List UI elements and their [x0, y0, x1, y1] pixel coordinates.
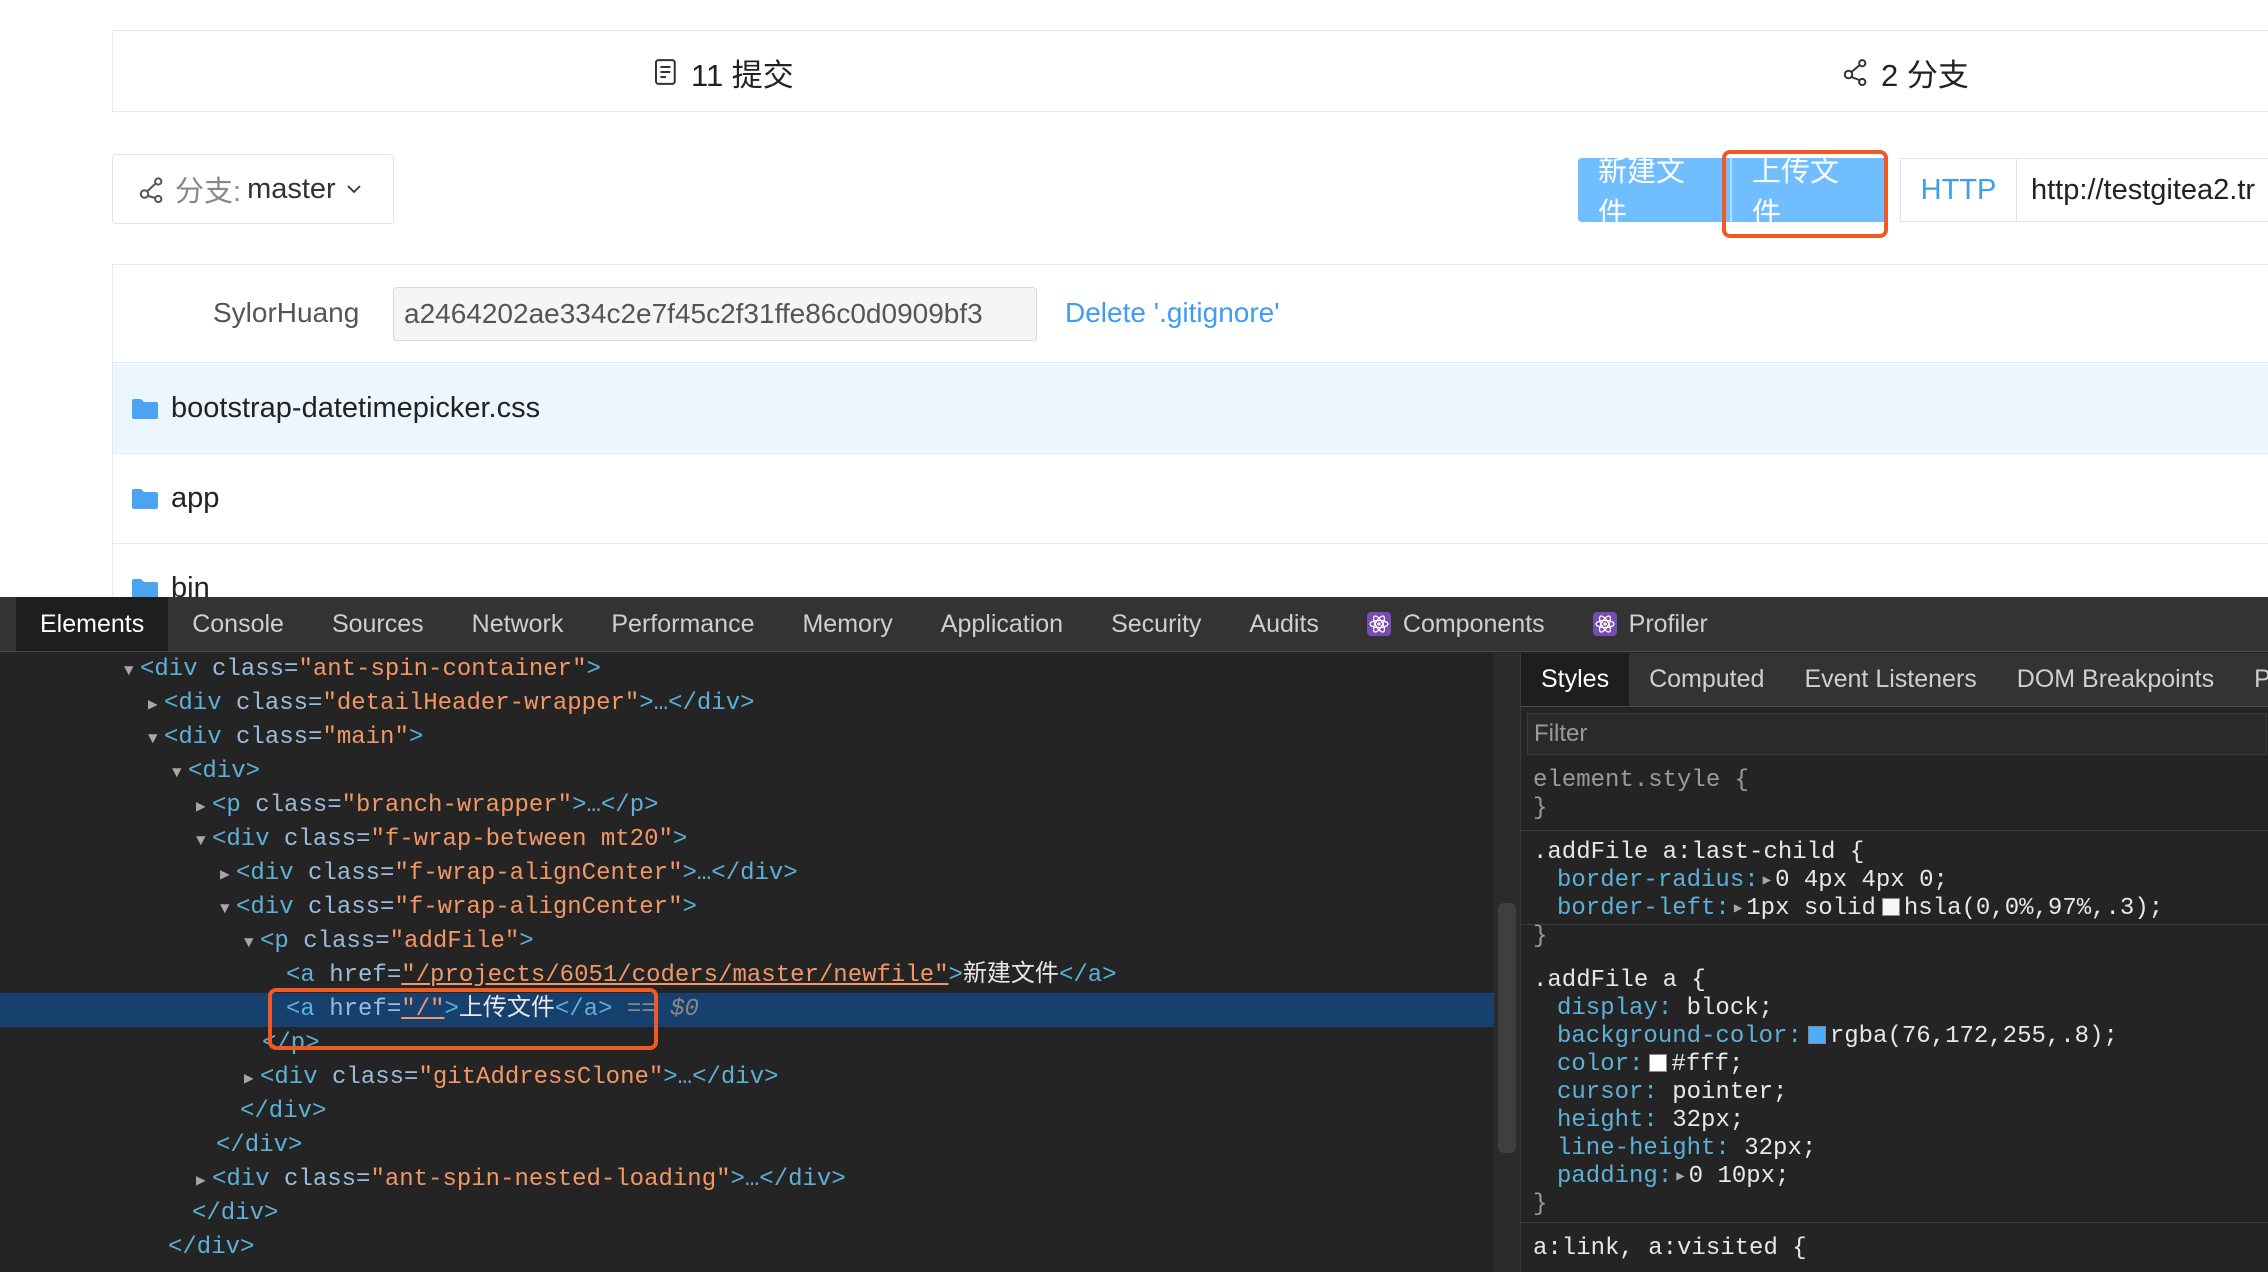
color-swatch[interactable] — [1649, 1054, 1668, 1072]
commit-list-icon — [655, 59, 676, 85]
tab-computed[interactable]: Computed — [1629, 653, 1784, 706]
devtools-panel: Elements Console Sources Network Perform… — [0, 597, 2268, 1272]
color-swatch[interactable] — [1807, 1026, 1826, 1044]
branch-prefix-label: 分支: — [175, 176, 242, 208]
styles-filter-input[interactable]: Filter — [1527, 713, 2267, 755]
style-rule-element: element.style { } — [1521, 761, 2268, 831]
branch-name: master — [247, 172, 336, 205]
file-actions: 新建文件 上传文件 HTTP http://testgitea2.tr — [1578, 156, 2268, 230]
tab-elements[interactable]: Elements — [16, 597, 169, 651]
elements-dom-tree: ▼ <div class="ant-spin-container"> ▶ <div … — [0, 653, 1494, 1272]
dom-scrollbar[interactable] — [1494, 653, 1520, 1272]
dom-node[interactable]: ▼ <div class="ant-spin-container"> — [0, 653, 1494, 687]
dom-node[interactable]: </div> — [0, 1231, 1494, 1265]
tab-sources[interactable]: Sources — [308, 597, 448, 651]
branch-selector[interactable]: 分支: master — [112, 154, 394, 224]
dom-node[interactable]: </div> — [0, 1095, 1494, 1129]
repository-page: 11 提交 2 分支 分支: master 新建文件 上传文件 HTTP htt… — [0, 0, 2268, 598]
commit-author: SylorHuang — [213, 297, 360, 328]
dom-node[interactable]: ▼ <div> — [0, 755, 1494, 789]
tab-application[interactable]: Application — [917, 597, 1087, 651]
styles-pane: Styles Computed Event Listeners DOM Brea… — [1520, 653, 2268, 1272]
tab-memory[interactable]: Memory — [778, 597, 916, 651]
dom-node[interactable]: <a href="/projects/6051/coders/master/ne… — [0, 959, 1494, 993]
devtools-tab-bar: Elements Console Sources Network Perform… — [0, 597, 2268, 652]
react-icon — [1366, 612, 1391, 636]
http-protocol-button[interactable]: HTTP — [1900, 158, 2016, 222]
commit-message-link[interactable]: Delete '.gitignore' — [1065, 297, 1280, 329]
tab-properties[interactable]: Pro — [2234, 653, 2268, 706]
commits-count-label: 11 提交 — [691, 57, 794, 93]
dom-node[interactable]: </p> — [0, 1027, 1494, 1061]
chevron-down-icon — [347, 185, 361, 194]
repo-stats-bar: 11 提交 2 分支 — [112, 30, 2268, 112]
dom-node[interactable]: ▼ <div class="f-wrap-between mt20"> — [0, 823, 1494, 857]
tab-audits[interactable]: Audits — [1225, 597, 1342, 651]
dom-node[interactable]: ▶ <div class="detailHeader-wrapper">…</di… — [0, 687, 1494, 721]
commits-stat[interactable]: 11 提交 — [651, 31, 794, 113]
dom-node[interactable]: </div> — [0, 1197, 1494, 1231]
tab-console[interactable]: Console — [168, 597, 308, 651]
tab-dom-breakpoints[interactable]: DOM Breakpoints — [1997, 653, 2234, 706]
upload-button-highlight-box — [1722, 150, 1888, 238]
branch-icon — [139, 177, 163, 204]
tab-components-label: Components — [1402, 609, 1545, 638]
commit-sha-field[interactable]: a2464202ae334c2e7f45c2f31ffe86c0d0909bf3 — [393, 287, 1037, 341]
dom-node-selected[interactable]: <a href="/">上传文件</a> == $0 — [0, 993, 1494, 1027]
dom-node[interactable]: ▶ <div class="ant-spin-nested-loading">…<… — [0, 1163, 1494, 1197]
branches-count-label: 2 分支 — [1881, 57, 1969, 93]
dom-node[interactable]: ▼ <div class="f-wrap-alignCenter"> — [0, 891, 1494, 925]
style-rule-link: a:link, a:visited { — [1533, 1235, 1807, 1262]
latest-commit-row: SylorHuang a2464202ae334c2e7f45c2f31ffe8… — [113, 265, 2268, 363]
tab-components[interactable]: Components — [1343, 597, 1569, 651]
file-name: app — [171, 482, 220, 514]
tab-event-listeners[interactable]: Event Listeners — [1784, 653, 1996, 706]
react-icon — [1592, 612, 1617, 636]
color-swatch[interactable] — [1881, 898, 1900, 916]
new-file-button[interactable]: 新建文件 — [1578, 156, 1730, 230]
styles-tab-bar: Styles Computed Event Listeners DOM Brea… — [1521, 653, 2268, 707]
tab-styles[interactable]: Styles — [1521, 653, 1630, 706]
file-row[interactable]: bootstrap-datetimepicker.css — [113, 364, 2268, 454]
file-list-panel: SylorHuang a2464202ae334c2e7f45c2f31ffe8… — [112, 264, 2268, 598]
style-rule-addfile-a: .addFile a { display: block; background-… — [1521, 961, 2268, 1223]
scrollbar-thumb[interactable] — [1498, 903, 1516, 1153]
tab-security[interactable]: Security — [1087, 597, 1225, 651]
file-row[interactable]: bin — [113, 544, 2268, 598]
tab-performance[interactable]: Performance — [587, 597, 778, 651]
file-name: bin — [171, 572, 210, 598]
dom-node[interactable]: </div> — [0, 1129, 1494, 1163]
clone-url-field[interactable]: http://testgitea2.tr — [2016, 158, 2268, 222]
folder-icon — [132, 578, 158, 598]
dom-node[interactable]: ▼ <p class="addFile"> — [0, 925, 1494, 959]
tab-profiler-label: Profiler — [1628, 609, 1708, 638]
dom-node[interactable]: ▶ <p class="branch-wrapper">…</p> — [0, 789, 1494, 823]
tab-network[interactable]: Network — [448, 597, 588, 651]
branches-stat[interactable]: 2 分支 — [1841, 31, 1969, 113]
style-rule-last-child: .addFile a:last-child { border-radius: ▶ 0… — [1521, 833, 2268, 950]
tab-profiler[interactable]: Profiler — [1569, 597, 1732, 651]
folder-icon — [132, 488, 158, 509]
selected-node-highlight-box — [268, 988, 658, 1050]
branch-icon — [1843, 59, 1867, 87]
folder-icon — [132, 398, 158, 419]
dom-node[interactable]: ▼ <div class="main"> — [0, 721, 1494, 755]
file-row[interactable]: app — [113, 454, 2268, 544]
dom-node[interactable]: ▶ <div class="gitAddressClone">…</div> — [0, 1061, 1494, 1095]
dom-node[interactable]: ▶ <div class="f-wrap-alignCenter">…</div> — [0, 857, 1494, 891]
file-name: bootstrap-datetimepicker.css — [171, 392, 541, 424]
